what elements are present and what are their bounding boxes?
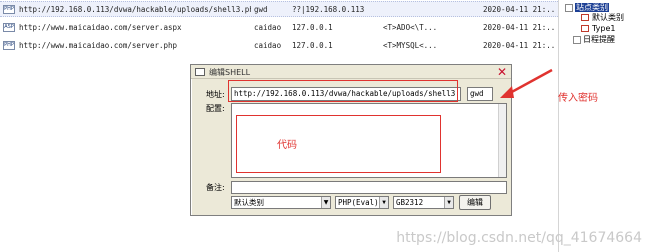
category-tree: 站点类别 默认类别 Type1 日程提醒: [558, 0, 650, 252]
folder-icon: [581, 14, 589, 21]
php-file-icon: PHP: [3, 5, 15, 14]
script-type-select[interactable]: PHP(Eval) ▼: [335, 196, 389, 209]
shell-time: 2020-04-11 21:..: [483, 41, 556, 50]
shell-url: http://www.maicaidao.com/server.php: [19, 41, 178, 50]
edit-button[interactable]: 编辑: [459, 195, 491, 210]
watermark: https://blog.csdn.net/qq_41674664: [396, 230, 642, 246]
php-file-icon: PHP: [3, 41, 15, 50]
shell-password: caidao: [254, 41, 282, 50]
shell-row[interactable]: PHP http://192.168.0.113/dvwa/hackable/u…: [0, 1, 558, 17]
shell-url: http://192.168.0.113/dvwa/hackable/uploa…: [19, 5, 251, 14]
config-scrollbar[interactable]: [498, 104, 506, 177]
config-label: 配置:: [206, 104, 225, 113]
shell-time: 2020-04-11 21:..: [483, 5, 556, 14]
expand-box-icon[interactable]: [565, 3, 573, 12]
tree-item-default-category[interactable]: 默认类别: [581, 12, 624, 23]
annotation-code-label: 代码: [277, 140, 297, 151]
shell-row[interactable]: ASP http://www.maicaidao.com/server.aspx…: [0, 20, 558, 36]
address-label: 地址:: [206, 90, 225, 99]
tree-item-calendar[interactable]: 日程提醒: [573, 34, 615, 45]
dropdown-arrow-icon[interactable]: ▼: [379, 197, 388, 208]
annotation-password-label: 传入密码: [558, 93, 598, 104]
annotation-arrow-icon: [500, 68, 553, 98]
shell-password: caidao: [254, 23, 282, 32]
dialog-titlebar[interactable]: 编辑SHELL ✕: [191, 65, 511, 79]
note-input[interactable]: [231, 181, 507, 194]
shell-info: <T>ADO<\T...: [383, 23, 438, 32]
dropdown-arrow-icon[interactable]: ▼: [444, 197, 453, 208]
folder-icon: [581, 25, 589, 32]
annotation-url-box: [228, 80, 458, 102]
encoding-select[interactable]: GB2312 ▼: [393, 196, 454, 209]
aspx-file-icon: ASP: [3, 23, 15, 32]
annotation-code-box: [236, 115, 441, 173]
shell-ip: 127.0.0.1: [292, 23, 333, 32]
dropdown-arrow-icon[interactable]: ▼: [321, 197, 330, 208]
password-input[interactable]: gwd: [467, 87, 493, 101]
shell-password: gwd: [254, 5, 268, 14]
dialog-title: 编辑SHELL: [209, 68, 251, 77]
shell-url: http://www.maicaidao.com/server.aspx: [19, 23, 182, 32]
window-icon: [195, 68, 205, 76]
note-label: 备注:: [206, 183, 225, 192]
shell-info: <T>MYSQL<...: [383, 41, 438, 50]
tree-item-type1[interactable]: Type1: [581, 24, 615, 33]
shell-row[interactable]: PHP http://www.maicaidao.com/server.php …: [0, 38, 558, 54]
shell-ip: 127.0.0.1: [292, 41, 333, 50]
shell-ip: ??|192.168.0.113: [292, 5, 365, 14]
category-select[interactable]: 默认类别 ▼: [231, 196, 331, 209]
expand-box-icon[interactable]: [573, 35, 581, 44]
shell-time: 2020-04-11 21:..: [483, 23, 556, 32]
